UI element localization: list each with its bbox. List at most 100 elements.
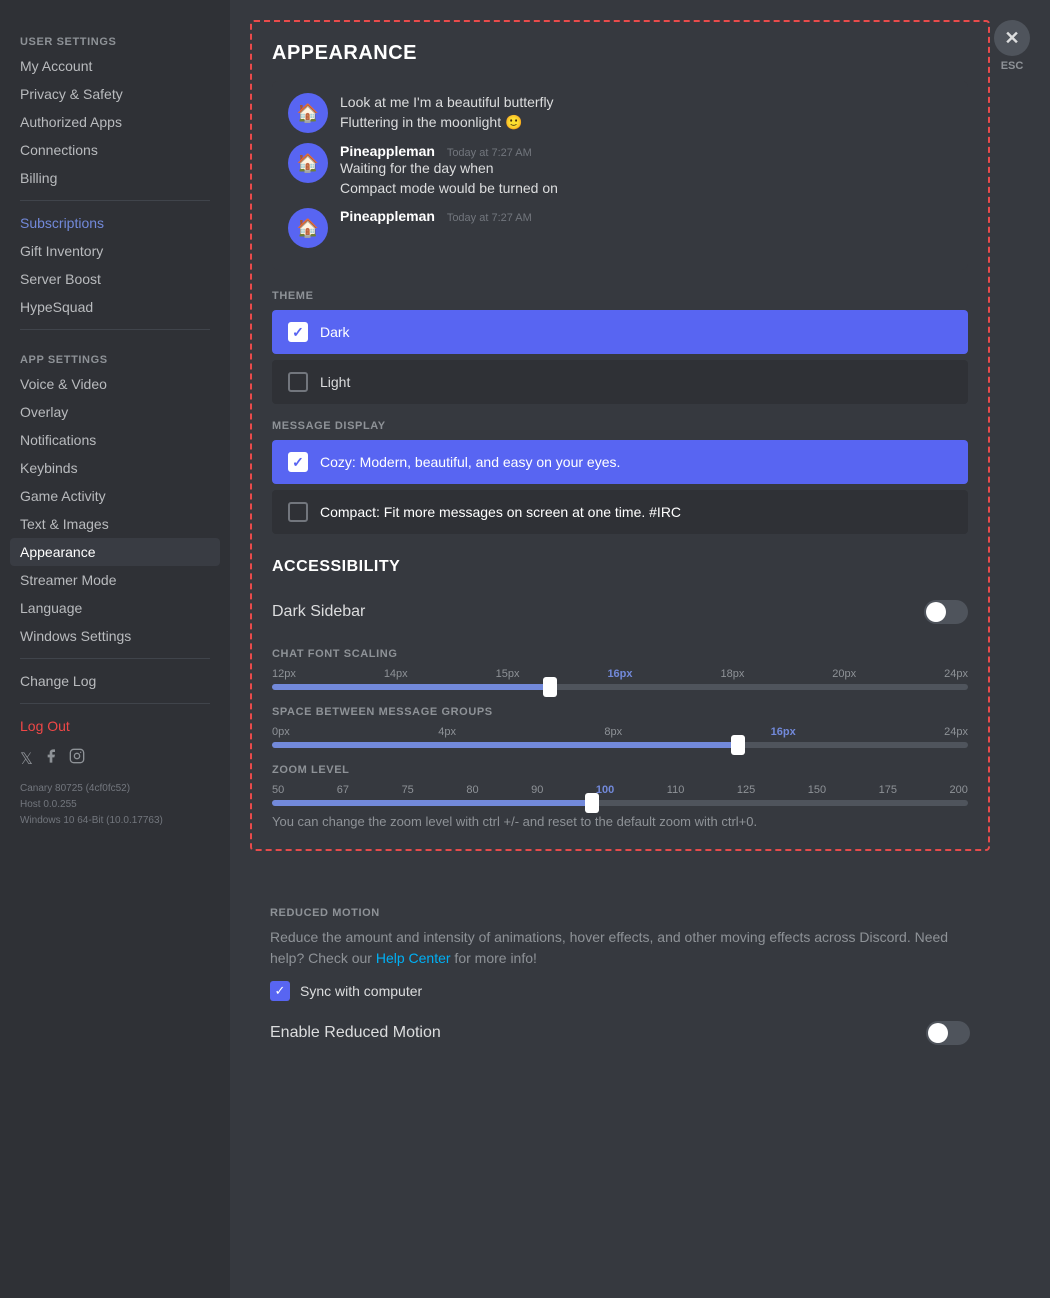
sidebar-item-authorized-apps[interactable]: Authorized Apps — [10, 108, 220, 136]
sidebar-item-privacy-safety[interactable]: Privacy & Safety — [10, 80, 220, 108]
zoom-label: ZOOM LEVEL — [272, 764, 968, 776]
sidebar-item-my-account[interactable]: My Account — [10, 52, 220, 80]
sidebar-divider-4 — [20, 703, 210, 704]
sidebar-item-subscriptions[interactable]: Subscriptions — [10, 209, 220, 237]
enable-reduced-motion-row: Enable Reduced Motion — [270, 1021, 970, 1045]
sidebar-item-game-activity[interactable]: Game Activity — [10, 482, 220, 510]
avatar-3: 🏠 — [288, 208, 328, 248]
reduced-motion-label: REDUCED MOTION — [270, 907, 970, 919]
sidebar-divider-1 — [20, 200, 210, 201]
sync-row: ✓ Sync with computer — [270, 981, 970, 1001]
msg-compact-checkbox — [288, 502, 308, 522]
msg-compact-option[interactable]: Compact: Fit more messages on screen at … — [272, 490, 968, 534]
dark-sidebar-toggle[interactable] — [924, 600, 968, 624]
dark-sidebar-row: Dark Sidebar — [272, 592, 968, 632]
theme-dark-checkbox: ✓ — [288, 322, 308, 342]
space-thumb[interactable] — [731, 735, 745, 755]
sidebar-item-text-images[interactable]: Text & Images — [10, 510, 220, 538]
sync-check-icon: ✓ — [275, 983, 286, 999]
space-section: SPACE BETWEEN MESSAGE GROUPS 0px 4px 8px… — [272, 706, 968, 748]
message-text-1a: Look at me I'm a beautiful butterfly — [340, 93, 952, 113]
font-scaling-fill — [272, 684, 550, 690]
message-author-2: Pineappleman — [340, 143, 435, 159]
message-content-3: Pineappleman Today at 7:27 AM — [340, 208, 952, 224]
sidebar-item-logout[interactable]: Log Out — [10, 712, 220, 740]
sidebar-item-billing[interactable]: Billing — [10, 164, 220, 192]
sidebar-item-notifications[interactable]: Notifications — [10, 426, 220, 454]
sidebar-divider-2 — [20, 329, 210, 330]
theme-label: THEME — [272, 290, 968, 302]
theme-dark-label: Dark — [320, 324, 350, 340]
zoom-labels: 50 67 75 80 90 100 110 125 150 175 200 — [272, 784, 968, 796]
zoom-fill — [272, 800, 592, 806]
space-label: SPACE BETWEEN MESSAGE GROUPS — [272, 706, 968, 718]
message-time-3: Today at 7:27 AM — [447, 212, 532, 224]
sidebar-item-hypesquad[interactable]: HypeSquad — [10, 293, 220, 321]
message-content-1: Look at me I'm a beautiful butterfly Flu… — [340, 93, 952, 132]
sidebar-item-voice-video[interactable]: Voice & Video — [10, 370, 220, 398]
enable-reduced-motion-thumb — [928, 1023, 948, 1043]
zoom-section: ZOOM LEVEL 50 67 75 80 90 100 110 125 15… — [272, 764, 968, 829]
preview-messages: 🏠 Look at me I'm a beautiful butterfly F… — [272, 81, 968, 270]
font-scaling-track — [272, 684, 968, 690]
msg-compact-label: Compact: Fit more messages on screen at … — [320, 504, 681, 520]
message-text-2a: Waiting for the day when — [340, 159, 952, 179]
avatar-1: 🏠 — [288, 93, 328, 133]
msg-cozy-label: Cozy: Modern, beautiful, and easy on you… — [320, 454, 620, 470]
msg-cozy-check-icon: ✓ — [292, 454, 304, 471]
esc-label: ESC — [1001, 60, 1024, 72]
enable-reduced-motion-toggle[interactable] — [926, 1021, 970, 1045]
sidebar-divider-3 — [20, 658, 210, 659]
close-icon[interactable]: ✕ — [994, 20, 1030, 56]
font-scaling-labels: 12px 14px 15px 16px 18px 20px 24px — [272, 668, 968, 680]
sidebar-version: Canary 80725 (4cf0fc52) Host 0.0.255 Win… — [10, 777, 220, 833]
sidebar: USER SETTINGS My Account Privacy & Safet… — [0, 0, 230, 1298]
sidebar-item-windows-settings[interactable]: Windows Settings — [10, 622, 220, 650]
space-labels: 0px 4px 8px 16px 24px — [272, 726, 968, 738]
zoom-hint: You can change the zoom level with ctrl … — [272, 814, 968, 829]
reduced-motion-desc: Reduce the amount and intensity of anima… — [270, 927, 970, 969]
sidebar-item-change-log[interactable]: Change Log — [10, 667, 220, 695]
preview-message-1: 🏠 Look at me I'm a beautiful butterfly F… — [288, 93, 952, 133]
sync-checkbox[interactable]: ✓ — [270, 981, 290, 1001]
app-settings-label: APP SETTINGS — [10, 338, 220, 370]
font-scaling-label: CHAT FONT SCALING — [272, 648, 968, 660]
message-display-label: MESSAGE DISPLAY — [272, 420, 968, 432]
instagram-icon[interactable] — [69, 748, 85, 769]
dark-sidebar-toggle-thumb — [926, 602, 946, 622]
appearance-title: APPEARANCE — [272, 42, 968, 65]
user-settings-label: USER SETTINGS — [10, 20, 220, 52]
font-scaling-thumb[interactable] — [543, 677, 557, 697]
twitter-icon[interactable]: 𝕏 — [20, 749, 33, 769]
sidebar-item-appearance[interactable]: Appearance — [10, 538, 220, 566]
dark-sidebar-label: Dark Sidebar — [272, 603, 365, 621]
theme-dark-option[interactable]: ✓ Dark — [272, 310, 968, 354]
facebook-icon[interactable] — [43, 748, 59, 769]
font-scaling-section: CHAT FONT SCALING 12px 14px 15px 16px 18… — [272, 648, 968, 690]
theme-light-option[interactable]: Light — [272, 360, 968, 404]
preview-message-3: 🏠 Pineappleman Today at 7:27 AM — [288, 208, 952, 248]
message-time-2: Today at 7:27 AM — [447, 147, 532, 159]
message-text-2b: Compact mode would be turned on — [340, 179, 952, 199]
main-content: ✕ ESC APPEARANCE 🏠 Look at me I'm a beau… — [230, 0, 1050, 1298]
msg-cozy-checkbox: ✓ — [288, 452, 308, 472]
sidebar-item-gift-inventory[interactable]: Gift Inventory — [10, 237, 220, 265]
sidebar-item-language[interactable]: Language — [10, 594, 220, 622]
sidebar-item-connections[interactable]: Connections — [10, 136, 220, 164]
help-center-link[interactable]: Help Center — [376, 950, 451, 966]
message-content-2: Pineappleman Today at 7:27 AM Waiting fo… — [340, 143, 952, 198]
message-author-3: Pineappleman — [340, 208, 435, 224]
msg-cozy-option[interactable]: ✓ Cozy: Modern, beautiful, and easy on y… — [272, 440, 968, 484]
sidebar-item-overlay[interactable]: Overlay — [10, 398, 220, 426]
zoom-track — [272, 800, 968, 806]
appearance-section: APPEARANCE 🏠 Look at me I'm a beautiful … — [250, 20, 990, 851]
space-fill — [272, 742, 738, 748]
sidebar-social: 𝕏 — [10, 740, 220, 777]
sidebar-item-streamer-mode[interactable]: Streamer Mode — [10, 566, 220, 594]
zoom-thumb[interactable] — [585, 793, 599, 813]
space-track — [272, 742, 968, 748]
sidebar-item-keybinds[interactable]: Keybinds — [10, 454, 220, 482]
esc-button[interactable]: ✕ ESC — [994, 20, 1030, 72]
sidebar-item-server-boost[interactable]: Server Boost — [10, 265, 220, 293]
reduced-motion-section: REDUCED MOTION Reduce the amount and int… — [230, 871, 1050, 1065]
